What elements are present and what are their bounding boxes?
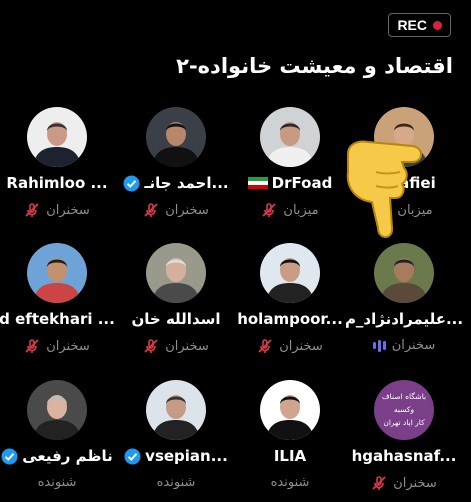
participant-role: شنونده: [156, 475, 196, 490]
participant-name-row: d eftekhari ...: [0, 310, 120, 328]
participant-grid: a Rafiei میزبان DrFoad میزبان احمد جانـ.…: [0, 0, 471, 500]
participant-name-row: hgahasnaf...: [341, 447, 467, 465]
participant-name: احمد جانـ...: [144, 174, 229, 192]
participant-name: holampoor...: [237, 310, 343, 328]
participant-name-row: احمد جانـ...: [113, 174, 239, 192]
participant-tile[interactable]: علیمرادنژاد_م... سخنران: [345, 243, 463, 365]
participant-tile[interactable]: DrFoad میزبان: [233, 107, 347, 229]
verified-badge-icon: [1, 448, 18, 464]
participant-name-row: ناظم رفیعی: [0, 447, 120, 465]
participant-role: میزبان: [283, 202, 319, 218]
avatar[interactable]: [146, 107, 206, 167]
avatar-text: وکسبه: [394, 405, 415, 414]
participant-name: ILIA: [273, 447, 307, 465]
participant-name-row: علیمرادنژاد_م...: [341, 310, 467, 328]
avatar[interactable]: [146, 243, 206, 303]
participant-role: شنونده: [270, 475, 310, 490]
pointing-hand-emoji-icon: [346, 140, 422, 238]
participant-tile[interactable]: ناظم رفیعی شنونده: [0, 380, 114, 502]
participant-tile[interactable]: d eftekhari ... سخنران: [0, 243, 115, 365]
avatar[interactable]: [260, 107, 320, 167]
participant-role: سخنران: [165, 338, 209, 354]
participant-name: d eftekhari ...: [0, 310, 115, 328]
participant-name: hgahasnaf...: [351, 447, 457, 465]
mic-muted-icon: [144, 339, 158, 353]
avatar[interactable]: [260, 380, 320, 440]
participant-tile[interactable]: ILIA شنونده: [233, 380, 347, 502]
participant-name-row: ILIA: [227, 447, 353, 465]
mic-muted-icon: [25, 203, 39, 217]
avatar[interactable]: باشگاه اصناف وکسبه کار ایاد تهران: [374, 380, 434, 440]
participant-role: سخنران: [46, 338, 90, 354]
avatar[interactable]: [27, 243, 87, 303]
participant-role-row: سخنران: [347, 338, 461, 353]
participant-role-row: شنونده: [233, 475, 347, 490]
avatar[interactable]: [27, 380, 87, 440]
participant-tile[interactable]: vsepian... شنونده: [119, 380, 233, 502]
participant-name: Rahimloo ...: [6, 174, 108, 192]
avatar[interactable]: [27, 107, 87, 167]
verified-badge-icon: [123, 175, 140, 191]
speaking-wave-icon: [372, 339, 386, 353]
participant-role: سخنران: [165, 202, 209, 218]
participant-role-row: سخنران: [0, 338, 114, 354]
participant-tile[interactable]: holampoor... سخنران: [233, 243, 347, 365]
participant-role-row: سخنران: [0, 202, 114, 218]
participant-role: شنونده: [37, 475, 77, 490]
avatar[interactable]: [374, 243, 434, 303]
participant-name: DrFoad: [271, 174, 333, 192]
iran-flag-icon: [247, 177, 268, 189]
avatar-text: کار ایاد تهران: [383, 418, 425, 427]
participant-role-row: سخنران: [347, 475, 461, 491]
avatar[interactable]: [260, 243, 320, 303]
participant-role-row: سخنران: [233, 338, 347, 354]
participant-role: سخنران: [391, 338, 436, 353]
avatar-text: باشگاه اصناف: [382, 392, 426, 401]
participant-role-row: شنونده: [0, 475, 114, 490]
avatar[interactable]: [146, 380, 206, 440]
participant-role-row: شنونده: [119, 475, 233, 490]
participant-name-row: Rahimloo ...: [0, 174, 120, 192]
participant-tile[interactable]: باشگاه اصناف وکسبه کار ایاد تهران hgahasnaf…: [347, 380, 461, 502]
participant-role-row: سخنران: [119, 202, 233, 218]
mic-muted-icon: [25, 339, 39, 353]
participant-role: سخنران: [279, 338, 323, 354]
participant-role: سخنران: [393, 475, 437, 491]
mic-muted-icon: [258, 339, 272, 353]
participant-name: ناظم رفیعی: [22, 447, 113, 465]
participant-name-row: vsepian...: [113, 447, 239, 465]
participant-name: vsepian...: [145, 447, 228, 465]
participant-name: اسدالله خان: [131, 310, 221, 328]
participant-tile[interactable]: احمد جانـ... سخنران: [119, 107, 233, 229]
mic-muted-icon: [372, 476, 386, 490]
participant-role-row: میزبان: [233, 202, 347, 218]
participant-name-row: اسدالله خان: [113, 310, 239, 328]
participant-role: سخنران: [46, 202, 90, 218]
participant-name-row: holampoor...: [227, 310, 353, 328]
mic-muted-icon: [144, 203, 158, 217]
participant-role-row: سخنران: [119, 338, 233, 354]
participant-name: علیمرادنژاد_م...: [344, 310, 464, 328]
participant-tile[interactable]: Rahimloo ... سخنران: [0, 107, 114, 229]
participant-name-row: DrFoad: [227, 174, 353, 192]
verified-badge-icon: [124, 448, 141, 464]
mic-muted-icon: [262, 203, 277, 217]
participant-tile[interactable]: اسدالله خان سخنران: [119, 243, 233, 365]
